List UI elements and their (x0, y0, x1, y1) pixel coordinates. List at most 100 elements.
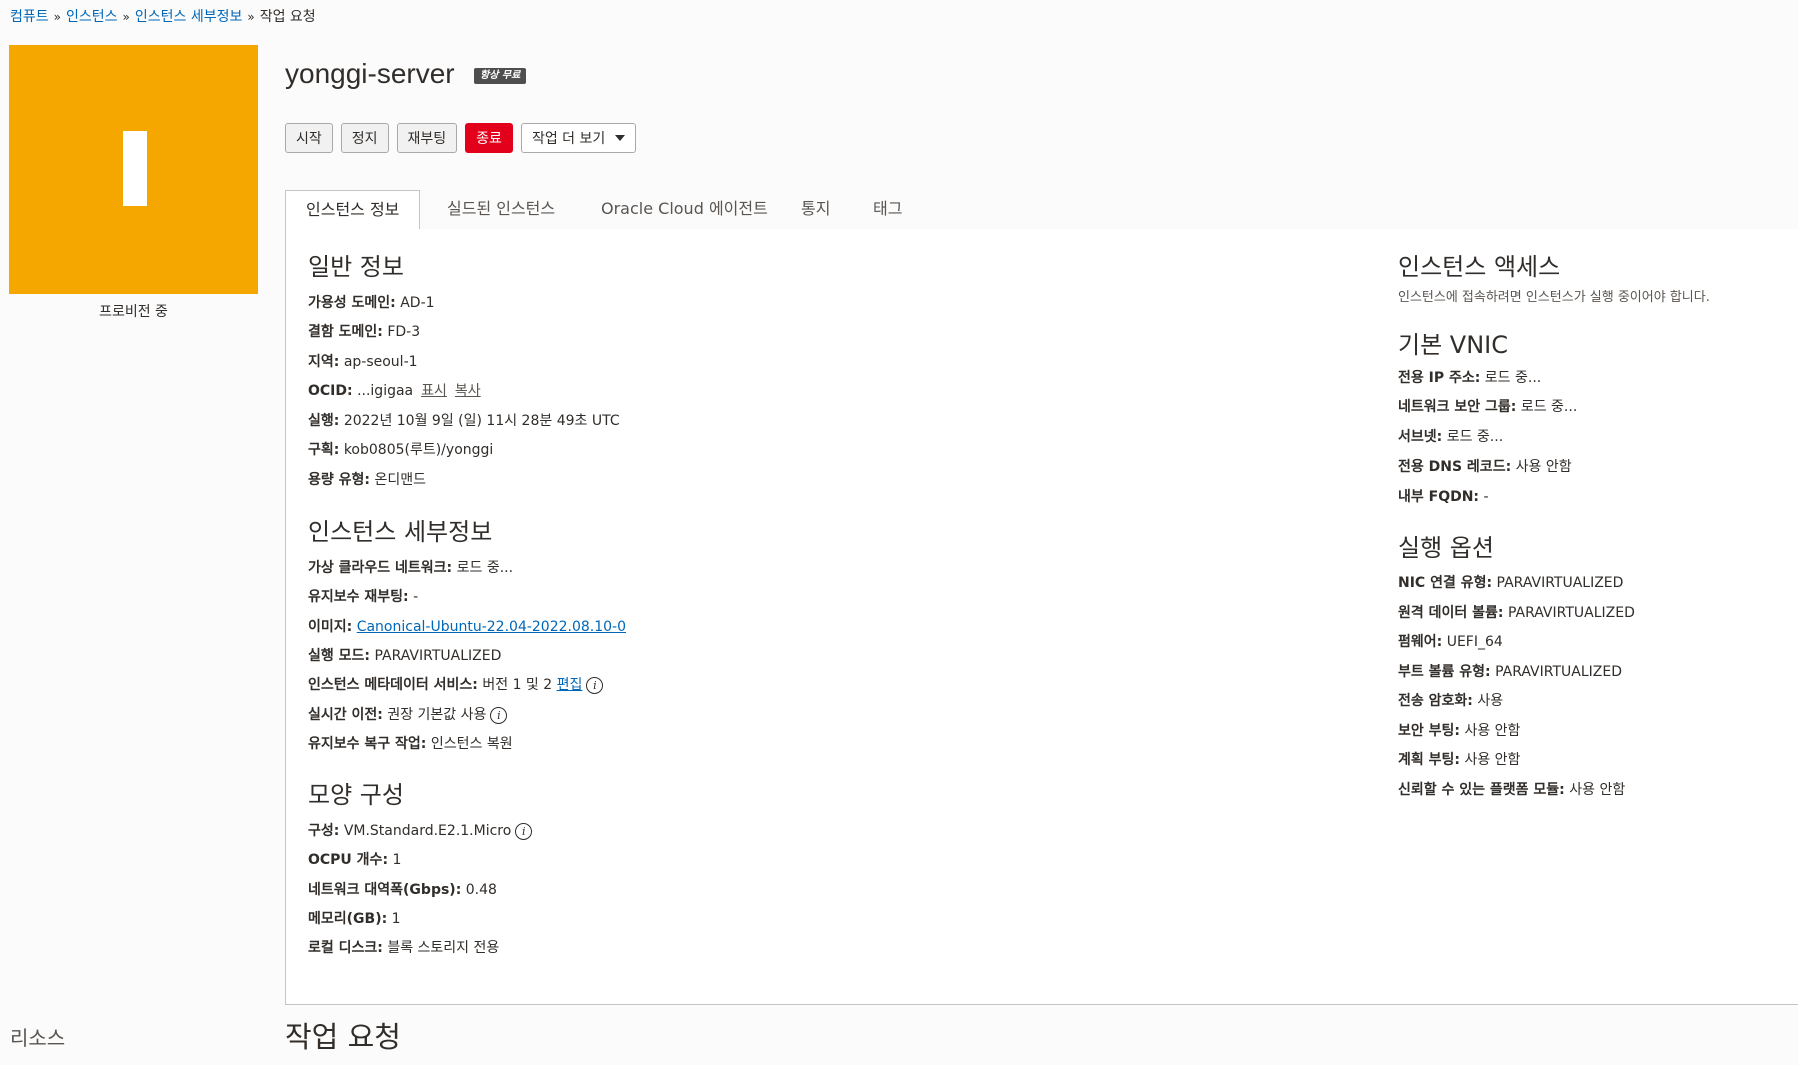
info-row: 실시간 이전: 권장 기본값 사용 i (308, 704, 508, 724)
field-value: ...igigaa (357, 383, 414, 399)
field-label: 실시간 이전: (308, 707, 383, 723)
more-actions-label: 작업 더 보기 (531, 131, 606, 147)
instance-access-heading: 인스턴스 액세스 (1398, 253, 1561, 281)
tab-bar: 인스턴스 정보 실드된 인스턴스 Oracle Cloud 에이전트 통지 태그 (285, 190, 1798, 230)
info-row: 보안 부팅: 사용 안함 (1398, 720, 1520, 740)
reboot-button[interactable]: 재부팅 (396, 123, 458, 153)
tab-instance-info[interactable]: 인스턴스 정보 (285, 190, 421, 230)
instance-details-heading: 인스턴스 세부정보 (308, 518, 493, 546)
instance-state-tile (9, 45, 258, 294)
instance-info-panel: 일반 정보 가용성 도메인: AD-1 결함 도메인: FD-3 지역: ap-… (285, 229, 1798, 1005)
field-value: PARAVIRTUALIZED (374, 648, 502, 664)
work-requests-heading: 작업 요청 (285, 1020, 401, 1054)
field-value: - (1483, 489, 1489, 505)
field-value: 2022년 10월 9일 (일) 11시 28분 49초 UTC (343, 413, 620, 429)
field-label: 용량 유형: (308, 472, 370, 488)
page-title: yonggi-server (285, 58, 455, 89)
field-value: 사용 안함 (1464, 752, 1521, 768)
field-label: 메모리(GB): (308, 911, 388, 927)
field-label: 전용 IP 주소: (1398, 370, 1481, 386)
info-row: 원격 데이터 볼륨: PARAVIRTUALIZED (1398, 602, 1635, 622)
chevron-down-icon (615, 135, 626, 141)
instance-access-note: 인스턴스에 접속하려면 인스턴스가 실행 중이어야 합니다. (1398, 290, 1710, 305)
info-row: 전용 IP 주소: 로드 중... (1398, 367, 1541, 387)
field-value: ap-seoul-1 (343, 354, 418, 370)
more-actions-button[interactable]: 작업 더 보기 (520, 123, 637, 153)
field-label: 실행 모드: (308, 648, 370, 664)
field-label: 부트 볼륨 유형: (1398, 664, 1491, 680)
info-row: 메모리(GB): 1 (308, 908, 401, 928)
field-value: 0.48 (465, 882, 497, 898)
field-value: 1 (391, 911, 401, 927)
info-row: 유지보수 재부팅: - (308, 586, 418, 606)
info-row: 유지보수 복구 작업: 인스턴스 복원 (308, 733, 513, 753)
info-row: OCPU 개수: 1 (308, 849, 401, 869)
field-label: 인스턴스 메타데이터 서비스: (308, 677, 478, 693)
field-value: 블록 스토리지 전용 (387, 940, 500, 956)
info-row: 실행 모드: PARAVIRTUALIZED (308, 645, 501, 665)
field-value: 로드 중... (456, 560, 514, 576)
ocid-show-link[interactable]: 표시 (421, 383, 447, 399)
field-label: 전송 암호화: (1398, 693, 1473, 709)
breadcrumb-compute[interactable]: 컴퓨트 (10, 9, 49, 25)
breadcrumb: 컴퓨트 » 인스턴스 » 인스턴스 세부정보 » 작업 요청 (10, 6, 316, 26)
field-value: 사용 (1477, 693, 1504, 709)
info-icon[interactable]: i (515, 822, 533, 840)
tab-notifications[interactable]: 통지 (781, 190, 850, 229)
image-link[interactable]: Canonical-Ubuntu-22.04-2022.08.10-0 (357, 619, 626, 635)
breadcrumb-instances[interactable]: 인스턴스 (66, 9, 118, 25)
field-label: 유지보수 재부팅: (308, 589, 409, 605)
field-label: 펌웨어: (1398, 634, 1443, 650)
info-row: 펌웨어: UEFI_64 (1398, 631, 1503, 651)
field-value: 권장 기본값 사용 (387, 707, 487, 723)
info-row: 결함 도메인: FD-3 (308, 321, 420, 341)
info-row: OCID: ...igigaa 표시 복사 (308, 380, 481, 400)
general-info-heading: 일반 정보 (308, 253, 404, 281)
metadata-edit-link[interactable]: 편집 (557, 677, 583, 693)
info-row: 구성: VM.Standard.E2.1.Micro i (308, 820, 533, 840)
field-label: 가용성 도메인: (308, 295, 396, 311)
field-value: PARAVIRTUALIZED (1496, 575, 1624, 591)
ocid-copy-link[interactable]: 복사 (455, 383, 481, 399)
field-label: 로컬 디스크: (308, 940, 383, 956)
field-label: 서브넷: (1398, 429, 1443, 445)
field-value: 로드 중... (1520, 399, 1578, 415)
field-label: 실행: (308, 413, 340, 429)
field-label: 구획: (308, 442, 340, 458)
info-row: 이미지: Canonical-Ubuntu-22.04-2022.08.10-0 (308, 616, 626, 636)
breadcrumb-separator: » (247, 10, 255, 24)
field-value: 온디맨드 (374, 472, 426, 488)
field-label: 계획 부팅: (1398, 752, 1460, 768)
info-icon[interactable]: i (586, 676, 604, 694)
field-label: 내부 FQDN: (1398, 489, 1480, 505)
instance-state-caption: 프로비전 중 (99, 304, 168, 320)
tab-tags[interactable]: 태그 (853, 190, 922, 229)
field-label: 이미지: (308, 619, 353, 635)
stop-button[interactable]: 정지 (340, 123, 389, 153)
tab-shielded-instance[interactable]: 실드된 인스턴스 (427, 190, 575, 229)
field-label: 지역: (308, 354, 340, 370)
info-row: 부트 볼륨 유형: PARAVIRTUALIZED (1398, 661, 1622, 681)
start-button[interactable]: 시작 (285, 123, 333, 153)
info-row: 전송 암호화: 사용 (1398, 690, 1503, 710)
breadcrumb-instance-details[interactable]: 인스턴스 세부정보 (135, 9, 243, 25)
resources-heading: 리소스 (10, 1026, 66, 1050)
info-row: 인스턴스 메타데이터 서비스: 버전 1 및 2 편집 i (308, 674, 604, 694)
primary-vnic-heading: 기본 VNIC (1398, 331, 1508, 359)
field-label: OCID: (308, 383, 353, 399)
info-row: 내부 FQDN: - (1398, 486, 1489, 506)
terminate-button[interactable]: 종료 (465, 123, 513, 153)
field-value: UEFI_64 (1446, 634, 1503, 650)
info-row: 서브넷: 로드 중... (1398, 426, 1503, 446)
field-value: AD-1 (400, 295, 435, 311)
always-free-badge: 항상 무료 (474, 68, 527, 84)
field-label: 원격 데이터 볼륨: (1398, 605, 1504, 621)
field-label: 가상 클라우드 네트워크: (308, 560, 453, 576)
field-value: 로드 중... (1446, 429, 1504, 445)
field-value: 1 (392, 852, 402, 868)
info-row: 실행: 2022년 10월 9일 (일) 11시 28분 49초 UTC (308, 410, 620, 430)
field-label: 유지보수 복구 작업: (308, 736, 427, 752)
tab-oracle-cloud-agent[interactable]: Oracle Cloud 에이전트 (581, 190, 788, 229)
info-row: 전용 DNS 레코드: 사용 안함 (1398, 456, 1572, 476)
info-icon[interactable]: i (490, 706, 508, 724)
